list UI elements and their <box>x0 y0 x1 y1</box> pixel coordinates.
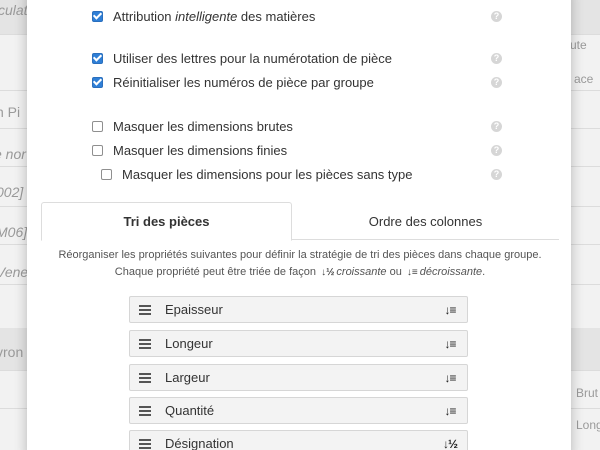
option-label: Masquer les dimensions finies <box>113 142 288 158</box>
drag-handle-icon[interactable] <box>139 304 151 315</box>
background-fragment: M06] <box>0 224 28 240</box>
sort-descending-icon[interactable]: ↓≡ <box>439 303 461 317</box>
sort-descending-icon[interactable]: ↓≡ <box>439 371 461 385</box>
drag-handle-icon[interactable] <box>139 438 151 449</box>
tab-column-order[interactable]: Ordre des colonnes <box>292 202 559 240</box>
background-fragment: ute <box>570 38 587 52</box>
sort-item-label: Longeur <box>165 336 213 351</box>
sort-description-line2: Chaque propriété peut être triée de faço… <box>114 266 486 278</box>
sort-descending-icon: ↓≡ <box>406 267 418 278</box>
sort-item-designation[interactable]: Désignation ↓½ <box>129 430 468 450</box>
option-hide-finished-dimensions[interactable]: Masquer les dimensions finies <box>92 140 287 160</box>
background-fragment: Long <box>576 418 600 432</box>
option-label: Attribution intelligente des matières <box>113 8 316 24</box>
sort-ascending-icon: ↓½ <box>321 267 335 278</box>
background-fragment: 002] <box>0 184 24 200</box>
sort-item-label: Epaisseur <box>165 302 223 317</box>
help-icon[interactable]: ? <box>491 11 502 22</box>
help-icon[interactable]: ? <box>491 53 502 64</box>
help-icon[interactable]: ? <box>491 145 502 156</box>
checkbox-checked[interactable] <box>92 52 103 64</box>
help-icon[interactable]: ? <box>491 121 502 132</box>
option-reset-numbers-per-group[interactable]: Réinitialiser les numéros de pièce par g… <box>92 72 374 92</box>
option-label: Réinitialiser les numéros de pièce par g… <box>113 74 374 90</box>
tab-bar: Tri des pièces Ordre des colonnes <box>41 202 559 241</box>
sort-ascending-icon[interactable]: ↓½ <box>439 437 461 450</box>
tab-sort-parts[interactable]: Tri des pièces <box>41 202 292 241</box>
sort-item-quantite[interactable]: Quantité ↓≡ <box>129 397 468 424</box>
option-hide-dimensions-untyped[interactable]: Masquer les dimensions pour les pièces s… <box>101 164 412 184</box>
background-fragment: vron <box>0 344 24 360</box>
background-fragment: e nor <box>0 146 26 162</box>
sort-item-largeur[interactable]: Largeur ↓≡ <box>129 364 468 391</box>
option-use-letters-numbering[interactable]: Utiliser des lettres pour la numérotatio… <box>92 48 392 68</box>
sort-item-label: Désignation <box>165 436 234 450</box>
sort-item-label: Quantité <box>165 403 215 418</box>
sort-item-longeur[interactable]: Longeur ↓≡ <box>129 330 468 357</box>
option-label: Masquer les dimensions brutes <box>113 118 293 134</box>
sort-descending-icon[interactable]: ↓≡ <box>439 404 461 418</box>
background-fragment: n Pi <box>0 104 21 120</box>
option-hide-rough-dimensions[interactable]: Masquer les dimensions brutes <box>92 116 293 136</box>
checkbox-checked[interactable] <box>92 10 103 22</box>
checkbox-unchecked[interactable] <box>101 168 112 180</box>
background-fragment: Brut <box>576 386 599 400</box>
drag-handle-icon[interactable] <box>139 338 151 349</box>
checkbox-unchecked[interactable] <box>92 144 103 156</box>
checkbox-unchecked[interactable] <box>92 120 103 132</box>
option-smart-material-assignment[interactable]: Attribution intelligente des matières <box>92 6 315 26</box>
background-fragment: culat <box>0 2 28 18</box>
help-icon[interactable]: ? <box>491 169 502 180</box>
sort-item-label: Largeur <box>165 370 210 385</box>
sort-descending-icon[interactable]: ↓≡ <box>439 337 461 351</box>
sort-description-line1: Réorganiser les propriétés suivantes pou… <box>58 249 542 261</box>
sort-item-epaisseur[interactable]: Epaisseur ↓≡ <box>129 296 468 323</box>
background-fragment: Vene <box>0 264 29 280</box>
checkbox-checked[interactable] <box>92 76 103 88</box>
option-label: Masquer les dimensions pour les pièces s… <box>122 166 413 182</box>
help-icon[interactable]: ? <box>491 77 502 88</box>
drag-handle-icon[interactable] <box>139 405 151 416</box>
option-label: Utiliser des lettres pour la numérotatio… <box>113 50 392 66</box>
drag-handle-icon[interactable] <box>139 372 151 383</box>
background-fragment: ace <box>574 72 594 86</box>
